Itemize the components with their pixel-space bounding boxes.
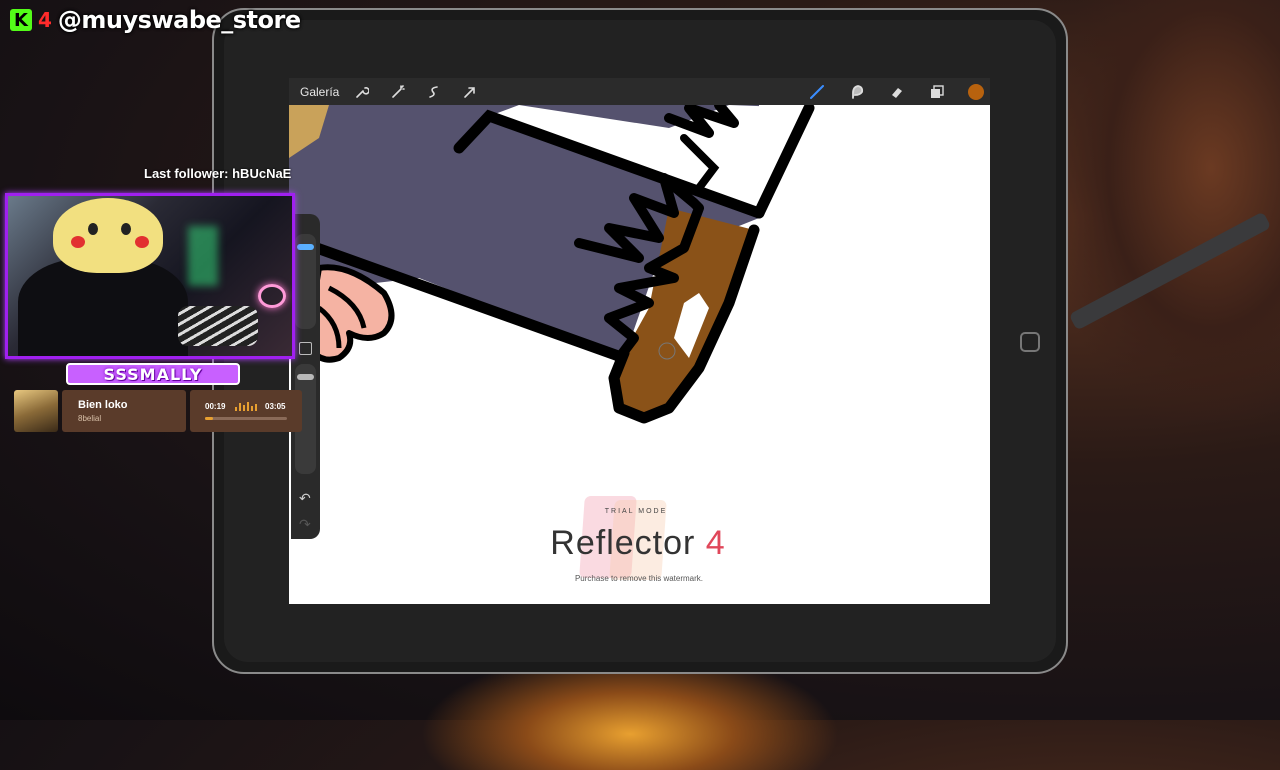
selection-icon[interactable] <box>425 83 443 101</box>
song-artist: 8belial <box>78 414 102 423</box>
kick-logo: K <box>10 9 32 31</box>
playback-card: 00:19 03:05 <box>190 390 302 432</box>
hat-cheek-left <box>71 236 85 248</box>
last-follower-text: Last follower: hBUcNaE <box>144 166 292 181</box>
equalizer-icon <box>235 402 257 411</box>
elapsed-time: 00:19 <box>205 402 226 411</box>
watermark-version: 4 <box>705 524 726 562</box>
watermark-note: Purchase to remove this watermark. <box>574 574 704 583</box>
webcam-streamer-body <box>18 258 188 356</box>
watermark-title-text: Reflector <box>550 524 696 562</box>
brush-icon[interactable] <box>808 83 826 101</box>
background-pumpkin <box>1050 0 1280 420</box>
channel-number: 4 <box>38 8 52 32</box>
watermark-trial-mode: TRIAL MODE <box>604 508 668 515</box>
redo-icon[interactable]: ↷ <box>299 516 311 533</box>
modify-button[interactable] <box>299 342 312 355</box>
webcam-pikachu-hat <box>53 198 163 273</box>
procreate-toolbar: Galería <box>289 78 990 105</box>
streamer-name-banner: SSSMALLY <box>66 363 240 385</box>
watermark-title: Reflector 4 <box>516 524 760 563</box>
transform-arrow-icon[interactable] <box>461 83 479 101</box>
magic-wand-icon[interactable] <box>389 83 407 101</box>
home-button[interactable] <box>1020 332 1040 352</box>
webcam-feed <box>5 193 295 359</box>
stream-handle-tag: K 4 @muyswabe_store <box>10 6 301 34</box>
gallery-button[interactable]: Galería <box>300 85 339 99</box>
layers-icon[interactable] <box>928 83 946 101</box>
opacity-handle[interactable] <box>297 374 314 380</box>
hat-cheek-right <box>135 236 149 248</box>
song-title: Bien loko <box>78 399 128 411</box>
smudge-icon[interactable] <box>848 83 866 101</box>
reflector-watermark: TRIAL MODE Reflector 4 Purchase to remov… <box>516 494 756 590</box>
brush-size-handle[interactable] <box>297 244 314 250</box>
brush-size-slider[interactable] <box>295 234 316 329</box>
hat-eye-left <box>88 223 98 235</box>
webcam-green-light <box>188 226 218 286</box>
webcam-arm <box>178 306 258 346</box>
wrench-icon[interactable] <box>353 83 371 101</box>
now-playing-card: Bien loko 8belial <box>62 390 186 432</box>
album-art <box>14 390 58 432</box>
procreate-sidebar: ↶ ↷ <box>291 214 320 539</box>
hat-eye-right <box>121 223 131 235</box>
webcam-neon-sign <box>258 284 286 308</box>
playback-progress <box>205 417 287 420</box>
streamer-handle: @muyswabe_store <box>57 6 301 34</box>
color-picker[interactable] <box>968 83 984 100</box>
playback-progress-fill <box>205 417 214 420</box>
eraser-icon[interactable] <box>888 83 906 101</box>
total-time: 03:05 <box>265 402 286 411</box>
undo-icon[interactable]: ↶ <box>299 490 311 507</box>
